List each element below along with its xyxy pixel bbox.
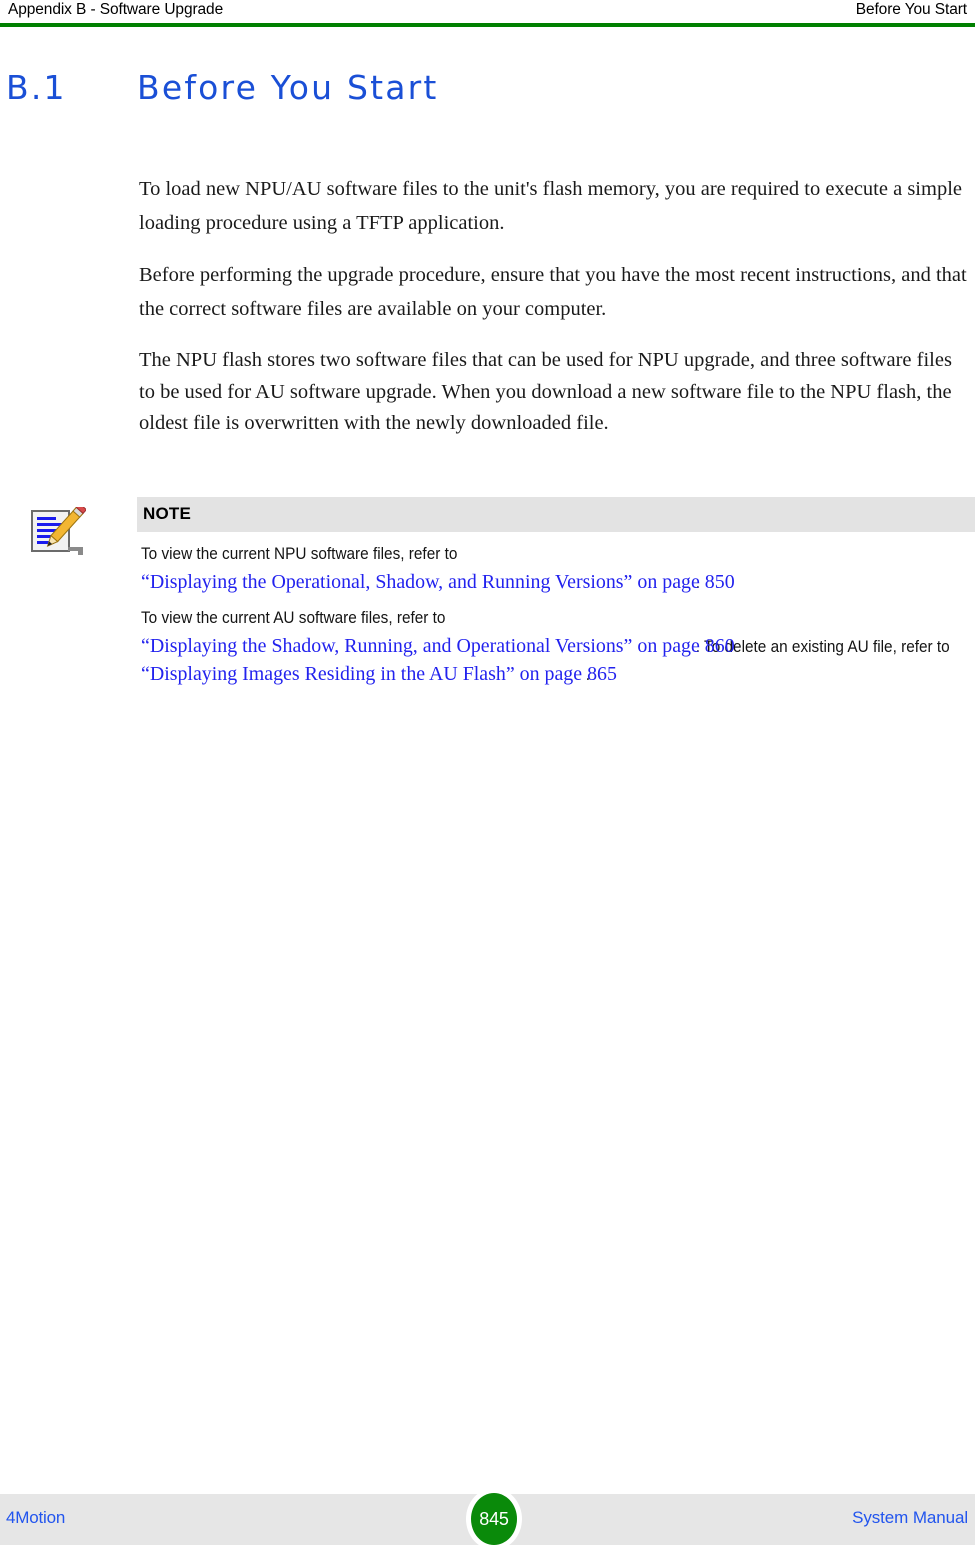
body-content: To load new NPU/AU software files to the…	[139, 173, 969, 459]
running-header-left: Appendix B - Software Upgrade	[8, 1, 224, 18]
footer-manual-name[interactable]: System Manual	[852, 1508, 968, 1528]
page-number-badge: 845	[471, 1493, 517, 1545]
page-footer: 4Motion 845 System Manual	[0, 1488, 975, 1550]
note-p1-lead: To view the current NPU software files, …	[141, 545, 458, 563]
body-paragraph-2: Before performing the upgrade procedure,…	[139, 264, 967, 320]
body-paragraph-3: The NPU flash stores two software files …	[139, 349, 952, 434]
footer-product-name[interactable]: 4Motion	[6, 1508, 65, 1528]
section-number: B.1	[6, 68, 67, 107]
page-running-header: Appendix B - Software Upgrade Before You…	[0, 0, 975, 27]
note-paragraph-2: To view the current AU software files, r…	[141, 597, 971, 690]
running-header-right: Before You Start	[855, 1, 967, 18]
note-p2-xref-link-1[interactable]: “Displaying the Shadow, Running, and Ope…	[141, 633, 735, 661]
note-p2-xref-link-2[interactable]: “Displaying Images Residing in the AU Fl…	[141, 661, 617, 689]
note-body: NOTE To view the current NPU software fi…	[137, 497, 975, 690]
note-p2-lead: To view the current AU software files, r…	[141, 609, 446, 627]
section-title: Before You Start	[137, 68, 439, 107]
body-paragraph-1: To load new NPU/AU software files to the…	[139, 178, 962, 234]
note-pencil-icon	[30, 502, 88, 559]
note-text: To view the current NPU software files, …	[137, 532, 975, 690]
header-rule	[0, 23, 975, 27]
running-header-row: Appendix B - Software Upgrade Before You…	[0, 0, 975, 19]
page-number-badge-wrap: 845	[466, 1488, 522, 1550]
note-p1-xref-link[interactable]: “Displaying the Operational, Shadow, and…	[141, 569, 735, 597]
page-title: B.1 Before You Start	[0, 68, 975, 120]
note-paragraph-1: To view the current NPU software files, …	[141, 532, 971, 597]
note-header-label: NOTE	[137, 497, 975, 532]
